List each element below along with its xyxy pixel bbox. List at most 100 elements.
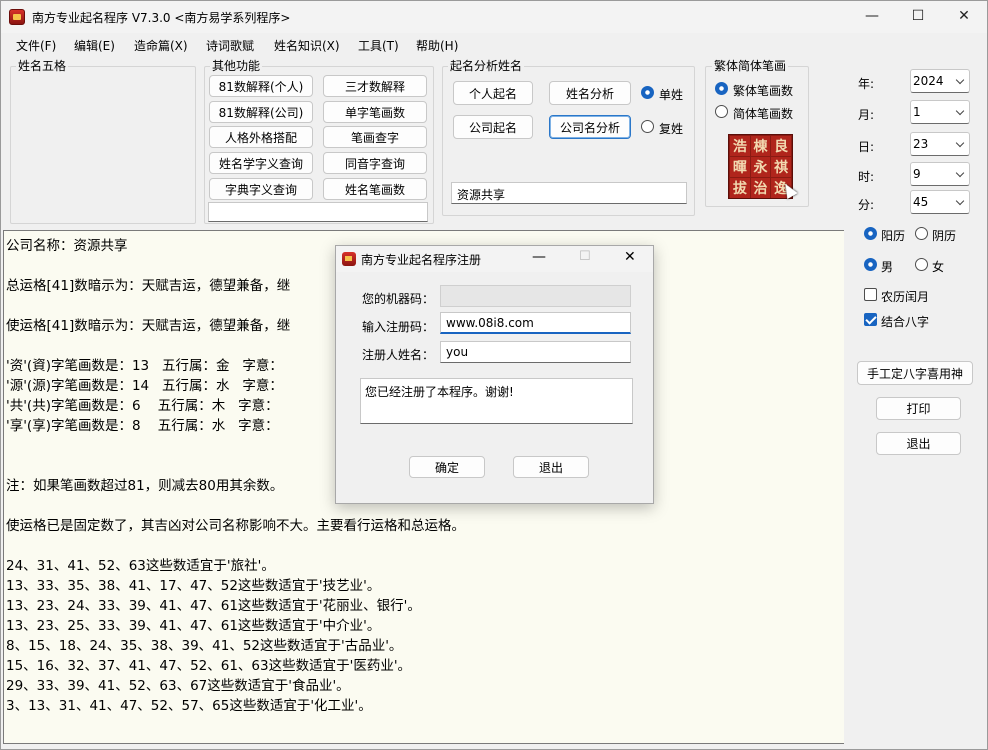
sancai-explain-button[interactable]: 三才数解释 xyxy=(323,75,427,97)
seal-char: 拔 xyxy=(730,178,750,198)
dictionary-query-button[interactable]: 字典字义查询 xyxy=(209,178,313,200)
reg-code-input[interactable]: www.08i8.com xyxy=(440,312,631,334)
chevron-down-icon xyxy=(955,138,965,148)
seal-char: 祺 xyxy=(771,157,791,177)
compound-surname-label: 复姓 xyxy=(659,122,684,136)
close-button[interactable]: ✕ xyxy=(941,1,987,31)
registrant-name-label: 注册人姓名： xyxy=(362,348,435,362)
maximize-button[interactable]: ☐ xyxy=(895,1,941,31)
menu-help[interactable]: 帮助(H) xyxy=(416,37,458,54)
dialog-app-icon xyxy=(342,252,356,266)
result-line: 15、16、32、37、41、47、52、61、63这些数适宜于'医药业'。 xyxy=(6,658,412,674)
name-strokes-button[interactable]: 姓名笔画数 xyxy=(323,178,427,200)
seal-char: 永 xyxy=(750,157,771,177)
personal-naming-button[interactable]: 个人起名 xyxy=(453,81,533,105)
registrant-name-input[interactable]: you xyxy=(440,341,631,363)
compound-surname-radio[interactable] xyxy=(641,120,654,133)
simplified-strokes-label: 简体笔画数 xyxy=(733,107,794,121)
traditional-strokes-label: 繁体笔画数 xyxy=(733,84,794,98)
machine-code-label: 您的机器码： xyxy=(362,292,435,306)
result-line: 29、33、39、41、52、63、67这些数适宜于'食品业'。 xyxy=(6,678,350,694)
result-line: 13、33、35、38、41、17、47、52这些数适宜于'技艺业'。 xyxy=(6,578,381,594)
renge-waige-match-button[interactable]: 人格外格搭配 xyxy=(209,126,313,148)
combine-bazi-checkbox[interactable] xyxy=(864,313,877,326)
explain81-company-button[interactable]: 81数解释(公司) xyxy=(209,101,313,123)
print-button[interactable]: 打印 xyxy=(876,397,961,420)
solar-calendar-radio[interactable] xyxy=(864,227,877,240)
traditional-strokes-radio[interactable] xyxy=(715,82,728,95)
day-label: 日: xyxy=(858,140,875,154)
male-radio[interactable] xyxy=(864,258,877,271)
minimize-button[interactable]: — xyxy=(849,1,895,31)
reg-code-label: 输入注册码： xyxy=(362,320,435,334)
hour-select[interactable]: 9 xyxy=(910,162,970,186)
dialog-exit-button[interactable]: 退出 xyxy=(513,456,589,478)
year-select[interactable]: 2024 xyxy=(910,69,970,93)
lunar-calendar-radio[interactable] xyxy=(915,227,928,240)
machine-code-field xyxy=(440,285,631,307)
female-radio[interactable] xyxy=(915,258,928,271)
company-naming-button[interactable]: 公司起名 xyxy=(453,115,533,139)
menu-zaoming[interactable]: 造命篇(X) xyxy=(134,37,188,54)
other-functions-input[interactable] xyxy=(208,202,428,222)
main-window: 南方专业起名程序 V7.3.0 <南方易学系列程序> — ☐ ✕ 文件(F) 编… xyxy=(0,0,988,750)
window-title: 南方专业起名程序 V7.3.0 <南方易学系列程序> xyxy=(32,11,291,25)
company-name-analysis-button[interactable]: 公司名分析 xyxy=(549,115,631,139)
wuge-group xyxy=(10,66,196,224)
menu-tools[interactable]: 工具(T) xyxy=(358,37,399,54)
dialog-close-button[interactable]: ✕ xyxy=(624,249,636,265)
registration-message: 您已经注册了本程序。谢谢! xyxy=(360,378,633,424)
name-meaning-query-button[interactable]: 姓名学字义查询 xyxy=(209,152,313,174)
analysis-name-input[interactable]: 资源共享 xyxy=(451,182,687,204)
result-line: 总运格[41]数暗示为：天赋吉运，德望兼备，继 xyxy=(6,278,291,294)
single-char-strokes-button[interactable]: 单字笔画数 xyxy=(323,101,427,123)
wuge-group-label: 姓名五格 xyxy=(16,59,69,73)
dialog-maximize-button: ☐ xyxy=(579,249,591,264)
dialog-title-bar[interactable]: 南方专业起名程序注册 — ☐ ✕ xyxy=(336,246,653,272)
result-line: 使运格已是固定数了，其吉凶对公司名称影响不大。主要看行运格和总运格。 xyxy=(6,518,465,534)
simplified-strokes-radio[interactable] xyxy=(715,105,728,118)
female-label: 女 xyxy=(932,260,945,274)
male-label: 男 xyxy=(881,260,894,274)
minute-select[interactable]: 45 xyxy=(910,190,970,214)
exit-button[interactable]: 退出 xyxy=(876,432,961,455)
dialog-title: 南方专业起名程序注册 xyxy=(361,253,482,267)
title-bar[interactable]: 南方专业起名程序 V7.3.0 <南方易学系列程序> — ☐ ✕ xyxy=(1,1,987,33)
explain81-personal-button[interactable]: 81数解释(个人) xyxy=(209,75,313,97)
menu-edit[interactable]: 编辑(E) xyxy=(74,37,115,54)
menu-poetry[interactable]: 诗词歌赋 xyxy=(206,37,254,54)
minute-value: 45 xyxy=(913,195,929,209)
month-label: 月: xyxy=(858,108,875,122)
menu-name-knowledge[interactable]: 姓名知识(X) xyxy=(274,37,340,54)
lunar-leap-month-checkbox[interactable] xyxy=(864,288,877,301)
name-analysis-button[interactable]: 姓名分析 xyxy=(549,81,631,105)
chevron-down-icon xyxy=(955,196,965,206)
result-line: 24、31、41、52、63这些数适宜于'旅社'。 xyxy=(6,558,275,574)
single-surname-radio[interactable] xyxy=(641,86,654,99)
seal-char: 治 xyxy=(750,178,771,198)
homophone-query-button[interactable]: 同音字查询 xyxy=(323,152,427,174)
other-functions-label: 其他功能 xyxy=(210,59,263,73)
lunar-leap-month-label: 农历闰月 xyxy=(881,290,930,304)
stroke-type-label: 繁体简体笔画 xyxy=(712,59,789,73)
day-select[interactable]: 23 xyxy=(910,132,970,156)
result-line: 3、13、31、41、47、52、57、65这些数适宜于'化工业'。 xyxy=(6,698,372,714)
year-value: 2024 xyxy=(913,74,944,88)
lunar-calendar-label: 阴历 xyxy=(932,229,957,243)
result-line: 公司名称：资源共享 xyxy=(6,238,128,254)
registration-dialog: 南方专业起名程序注册 — ☐ ✕ 您的机器码： 输入注册码： www.08i8.… xyxy=(335,245,654,504)
app-icon xyxy=(9,9,25,25)
month-value: 1 xyxy=(913,105,921,119)
strokes-lookup-button[interactable]: 笔画查字 xyxy=(323,126,427,148)
manual-bazi-button[interactable]: 手工定八字喜用神 xyxy=(857,361,973,385)
month-select[interactable]: 1 xyxy=(910,100,970,124)
day-value: 23 xyxy=(913,137,929,151)
dialog-ok-button[interactable]: 确定 xyxy=(409,456,485,478)
chevron-down-icon xyxy=(955,75,965,85)
solar-calendar-label: 阳历 xyxy=(881,229,906,243)
menu-file[interactable]: 文件(F) xyxy=(16,37,56,54)
dialog-minimize-button[interactable]: — xyxy=(532,249,546,265)
result-line: 13、23、25、33、39、41、47、61这些数适宜于'中介业'。 xyxy=(6,618,381,634)
name-analysis-label: 起名分析姓名 xyxy=(448,59,525,73)
single-surname-label: 单姓 xyxy=(659,88,684,102)
